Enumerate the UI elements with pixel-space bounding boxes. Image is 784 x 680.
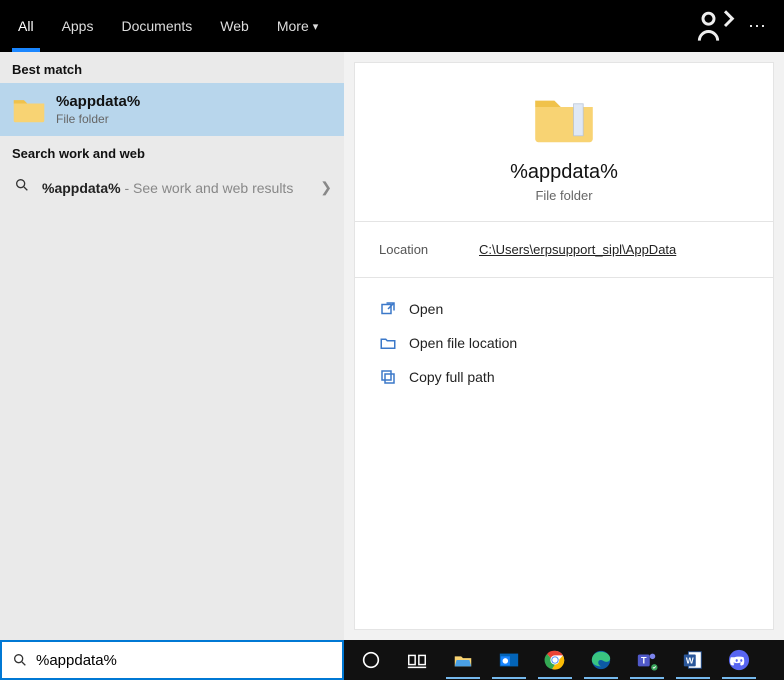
result-text: %appdata% File folder [56,93,332,126]
folder-icon [12,95,46,125]
taskbar-explorer[interactable] [440,640,486,680]
options-icon[interactable]: ⋯ [736,4,780,48]
svg-text:W: W [686,657,694,666]
folder-icon [532,91,596,147]
tab-apps-label: Apps [62,18,94,34]
taskbar-discord[interactable] [716,640,762,680]
search-icon [12,652,28,668]
result-web-search[interactable]: %appdata% - See work and web results ❯ [0,167,344,208]
result-best-match[interactable]: %appdata% File folder [0,83,344,136]
location-value[interactable]: C:\Users\erpsupport_sipl\AppData [479,242,676,257]
feedback-icon[interactable] [692,4,736,48]
folder-open-icon [379,334,397,352]
taskbar: T W [344,640,784,680]
taskbar-taskview[interactable] [394,640,440,680]
chevron-down-icon: ▾ [313,20,319,33]
result-web-text: %appdata% - See work and web results [42,180,310,196]
tab-web-label: Web [220,18,249,34]
action-open-label: Open [409,301,443,317]
action-open-location[interactable]: Open file location [379,326,749,360]
search-input[interactable] [36,652,332,669]
chevron-right-icon: ❯ [320,179,332,196]
result-subtitle: File folder [56,112,332,126]
group-search-work-web: Search work and web [0,136,344,167]
copy-icon [379,368,397,386]
action-copy-path[interactable]: Copy full path [379,360,749,394]
search-tabs: All Apps Documents Web More ▾ ⋯ [0,0,784,52]
tab-apps[interactable]: Apps [48,0,108,52]
tab-more[interactable]: More ▾ [263,0,332,52]
tab-documents-label: Documents [121,18,192,34]
action-open-location-label: Open file location [409,335,517,351]
search-icon [12,177,32,198]
result-title: %appdata% [56,93,332,110]
tab-all[interactable]: All [4,0,48,52]
location-label: Location [379,242,479,257]
preview-subtitle: File folder [355,188,773,203]
search-box[interactable] [0,640,344,680]
results-list: Best match %appdata% File folder Search … [0,52,344,640]
taskbar-outlook[interactable] [486,640,532,680]
svg-text:T: T [641,656,647,666]
taskbar-chrome[interactable] [532,640,578,680]
preview-panel: %appdata% File folder Location C:\Users\… [354,62,774,630]
preview-title: %appdata% [355,161,773,184]
taskbar-word[interactable]: W [670,640,716,680]
tab-web[interactable]: Web [206,0,263,52]
taskbar-cortana[interactable] [348,640,394,680]
open-icon [379,300,397,318]
tab-documents[interactable]: Documents [107,0,206,52]
tab-all-label: All [18,18,34,34]
group-best-match: Best match [0,52,344,83]
taskbar-edge[interactable] [578,640,624,680]
action-copy-path-label: Copy full path [409,369,495,385]
action-open[interactable]: Open [379,292,749,326]
taskbar-teams[interactable]: T [624,640,670,680]
tab-more-label: More [277,18,309,34]
